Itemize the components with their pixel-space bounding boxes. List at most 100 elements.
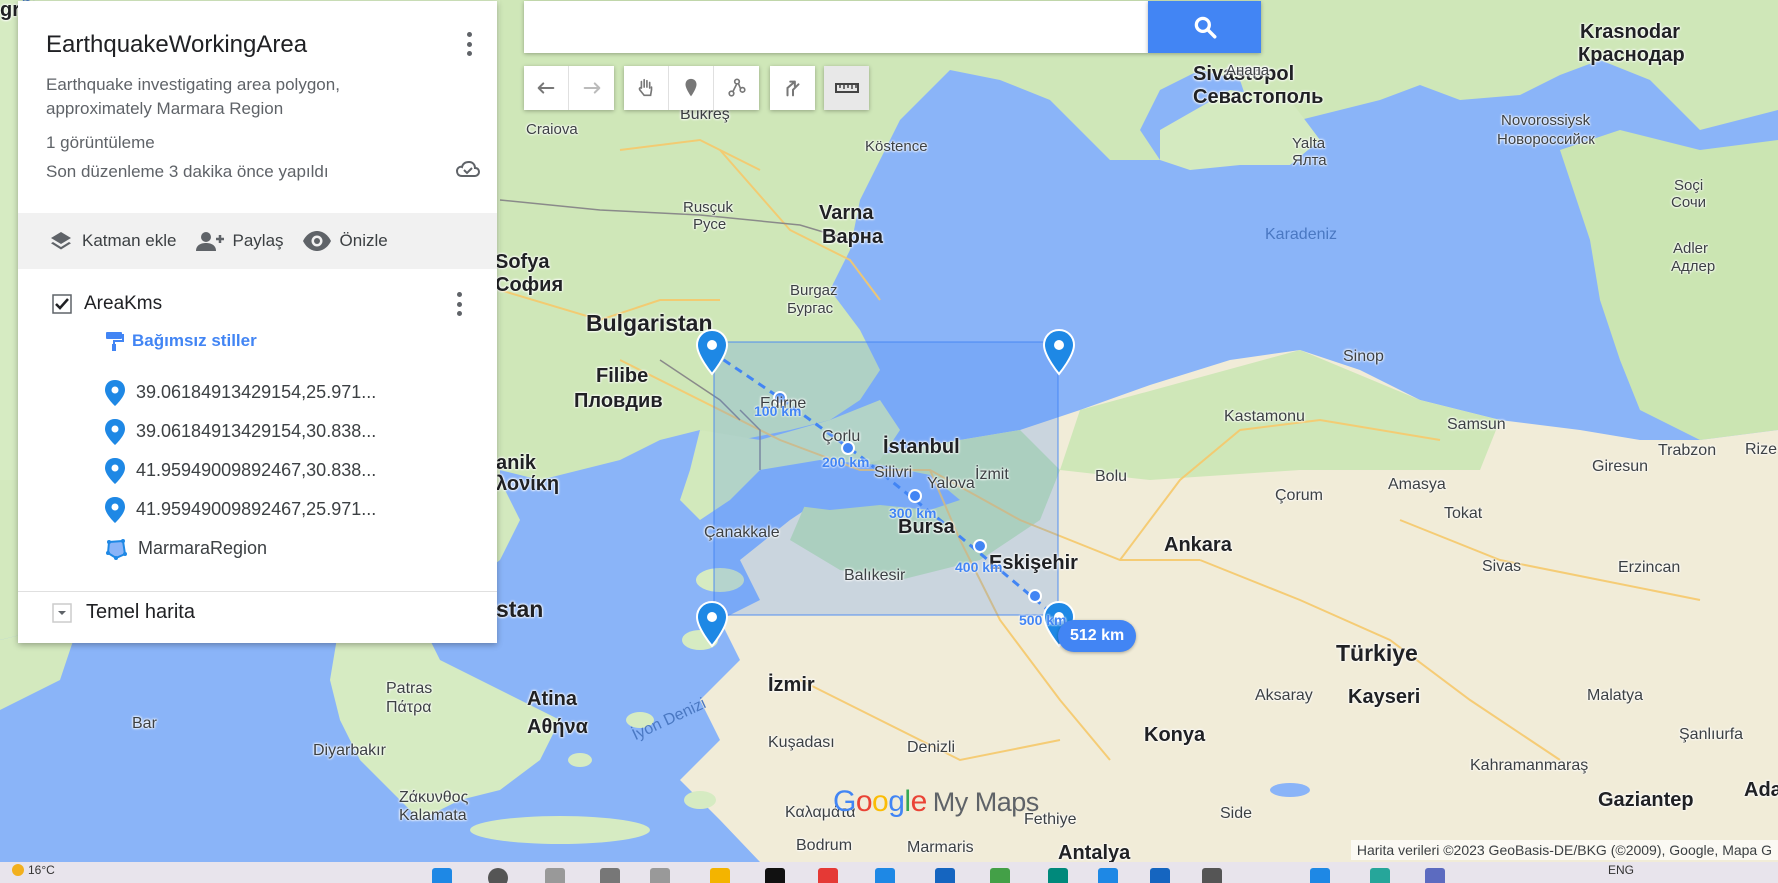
map-pin-icon (105, 379, 125, 406)
app-icon[interactable] (600, 868, 620, 883)
directions-icon (785, 80, 800, 97)
map-pin-icon[interactable] (1042, 328, 1076, 376)
map-place-label: İzmir (768, 674, 815, 696)
app-icon[interactable] (1370, 868, 1390, 883)
map-place-label: Varna (819, 202, 874, 224)
map-place-label: anik (496, 452, 537, 474)
undo-redo-group (524, 66, 614, 110)
map-place-label: Kalamata (399, 807, 467, 824)
distance-marker-label: 500 km (1019, 612, 1067, 628)
app-icon[interactable] (1425, 868, 1445, 883)
layer-name[interactable]: AreaKms (84, 293, 162, 315)
share-button[interactable]: Paylaş (195, 229, 284, 253)
language-indicator[interactable]: ENG (1608, 863, 1634, 877)
map-pin-icon[interactable] (695, 328, 729, 376)
add-directions-button[interactable] (770, 66, 815, 110)
map-place-label: λονίκη (496, 473, 560, 495)
map-place-label: Адлер (1671, 258, 1716, 275)
browser-icon[interactable] (818, 868, 838, 883)
add-layer-button[interactable]: Katman ekle (48, 229, 177, 253)
app-icon[interactable] (875, 868, 895, 883)
feature-label: MarmaraRegion (138, 538, 268, 558)
app-icon[interactable] (1202, 868, 1222, 883)
map-place-label: Bodrum (796, 837, 853, 854)
map-place-label: Çorum (1275, 487, 1324, 504)
map-place-label: Çanakkale (704, 524, 780, 541)
layer-style-link[interactable]: Bağımsız stiller (104, 327, 497, 355)
map-place-label: Adana (1744, 779, 1778, 801)
map-place-label: Samsun (1447, 416, 1506, 433)
map-place-label: Erzincan (1618, 559, 1681, 576)
map-place-label: Kahramanmaraş (1470, 757, 1589, 774)
draw-tools-group (624, 66, 759, 110)
map-place-label: Yalova (927, 475, 975, 492)
feature-item[interactable]: 39.06184913429154,25.971... (104, 373, 497, 412)
folder-icon[interactable] (710, 868, 730, 883)
map-place-label: Antalya (1058, 842, 1131, 863)
feature-item[interactable]: 41.95949009892467,25.971... (104, 490, 497, 529)
undo-icon (537, 82, 555, 94)
layer-options-menu-icon[interactable] (447, 289, 471, 319)
map-place-label: İzmit (975, 466, 1009, 483)
map-place-label: Giresun (1592, 458, 1649, 475)
map-place-label: Gaziantep (1598, 789, 1694, 811)
panel-divider (18, 591, 497, 592)
map-place-label: Marmaris (907, 839, 974, 856)
map-place-label: Kuşadası (768, 734, 835, 751)
directions-group (770, 66, 815, 110)
google-my-maps-logo: Google My Maps (833, 785, 1039, 818)
map-options-menu-icon[interactable] (457, 29, 481, 59)
draw-line-button[interactable] (714, 66, 759, 110)
cloud-saved-icon (455, 160, 481, 177)
map-place-label: Севастополь (1193, 86, 1324, 108)
layer-areakms: AreaKms Bağımsız stiller 39.061849134291… (18, 269, 497, 568)
feature-label: 39.06184913429154,25.971... (136, 382, 377, 402)
feature-item[interactable]: 39.06184913429154,30.838... (104, 412, 497, 451)
search-button[interactable] (1148, 1, 1261, 53)
feature-item[interactable]: 41.95949009892467,30.838... (104, 451, 497, 490)
feature-item[interactable]: MarmaraRegion (104, 529, 497, 568)
measure-button[interactable] (824, 66, 869, 110)
map-description[interactable]: Earthquake investigating area polygon, a… (46, 73, 406, 121)
pan-tool-button[interactable] (624, 66, 669, 110)
ruler-icon (834, 83, 859, 93)
search-input[interactable] (524, 1, 1148, 53)
app-icon[interactable] (1310, 868, 1330, 883)
search-box[interactable] (524, 1, 1148, 53)
app-icon[interactable] (1150, 868, 1170, 883)
start-icon[interactable] (432, 868, 452, 883)
map-place-label: İstanbul (883, 436, 960, 458)
map-place-label: Malatya (1587, 687, 1644, 704)
map-place-label: Αθήνα (527, 716, 588, 738)
preview-button[interactable]: Önizle (302, 230, 388, 252)
app-icon[interactable] (935, 868, 955, 883)
search-taskbar-icon[interactable] (488, 868, 508, 883)
file-icon[interactable] (545, 868, 565, 883)
layer-visibility-checkbox[interactable] (52, 294, 72, 314)
map-title[interactable]: EarthquakeWorkingArea (46, 31, 469, 59)
map-pin-icon[interactable] (695, 600, 729, 648)
map-attribution[interactable]: Harita verileri ©2023 GeoBasis-DE/BKG (©… (1350, 840, 1778, 860)
distance-marker-label: 100 km (754, 403, 802, 419)
basemap-section[interactable]: Temel harita (52, 601, 195, 624)
total-distance-badge[interactable]: 512 km (1058, 620, 1137, 652)
hand-icon (638, 78, 653, 97)
settings-icon[interactable] (650, 868, 670, 883)
weather-widget[interactable]: 16°C (12, 863, 55, 877)
map-place-label: Konya (1144, 724, 1206, 746)
layers-icon (51, 232, 71, 250)
map-place-label: Soçi (1674, 177, 1704, 194)
sun-icon (12, 864, 24, 876)
redo-button[interactable] (569, 66, 614, 110)
map-place-label: Türkiye (1336, 640, 1418, 666)
map-place-label: Бургас (787, 300, 834, 317)
app-icon[interactable] (990, 868, 1010, 883)
feature-label: 41.95949009892467,25.971... (136, 499, 377, 519)
map-place-label: Patras (386, 680, 433, 697)
app-icon[interactable] (1098, 868, 1118, 883)
app-icon[interactable] (1048, 868, 1068, 883)
map-place-label: stan (496, 596, 544, 622)
undo-button[interactable] (524, 66, 569, 110)
app-icon[interactable] (765, 868, 785, 883)
add-marker-button[interactable] (669, 66, 714, 110)
